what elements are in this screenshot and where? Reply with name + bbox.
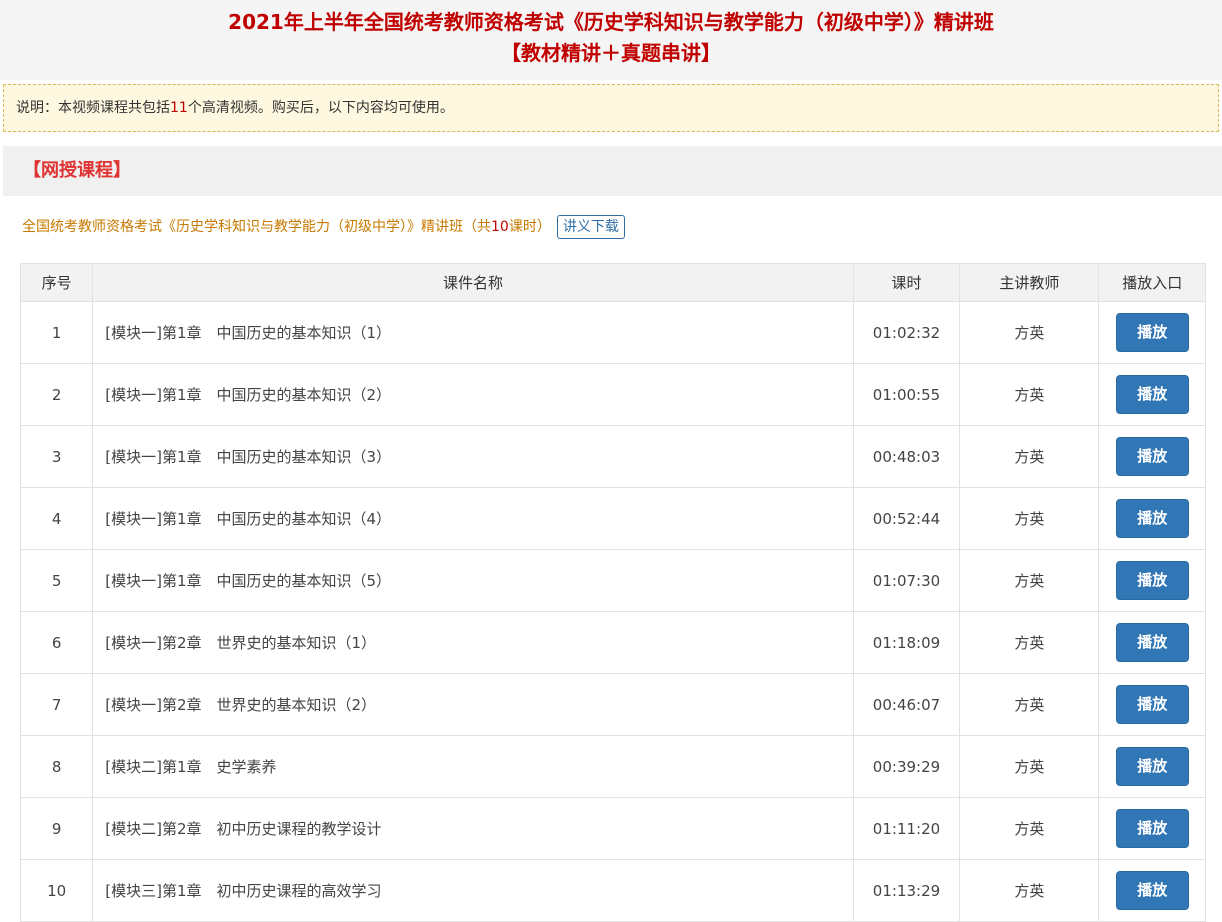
play-button[interactable]: 播放 bbox=[1115, 499, 1189, 538]
table-row: 1 [模块一]第1章 中国历史的基本知识（1） 01:02:32 方英 播放 bbox=[19, 301, 1206, 364]
table-row: 3 [模块一]第1章 中国历史的基本知识（3） 00:48:03 方英 播放 bbox=[19, 425, 1206, 488]
lesson-teacher: 方英 bbox=[959, 673, 1100, 736]
lesson-number: 9 bbox=[19, 797, 94, 860]
lesson-number: 6 bbox=[19, 611, 94, 674]
table-row: 10 [模块三]第1章 初中历史课程的高效学习 01:13:29 方英 播放 bbox=[19, 859, 1206, 922]
lesson-number: 5 bbox=[19, 549, 94, 612]
lesson-duration: 01:11:20 bbox=[852, 797, 961, 860]
lesson-name: [模块一]第1章 中国历史的基本知识（4） bbox=[92, 487, 854, 550]
table-row: 5 [模块一]第1章 中国历史的基本知识（5） 01:07:30 方英 播放 bbox=[19, 549, 1206, 612]
page-title: 2021年上半年全国统考教师资格考试《历史学科知识与教学能力（初级中学）》精讲班 bbox=[228, 10, 994, 34]
table-row: 7 [模块一]第2章 世界史的基本知识（2） 00:46:07 方英 播放 bbox=[19, 673, 1206, 736]
section-header: 【网授课程】 bbox=[3, 146, 1222, 196]
lesson-teacher: 方英 bbox=[959, 611, 1100, 674]
table-row: 9 [模块二]第2章 初中历史课程的教学设计 01:11:20 方英 播放 bbox=[19, 797, 1206, 860]
lesson-duration: 01:00:55 bbox=[852, 363, 961, 426]
lesson-name: [模块一]第1章 中国历史的基本知识（5） bbox=[92, 549, 854, 612]
lesson-duration: 00:48:03 bbox=[852, 425, 961, 488]
lesson-number: 3 bbox=[19, 425, 94, 488]
lesson-duration: 01:02:32 bbox=[852, 301, 961, 364]
header-teacher: 主讲教师 bbox=[959, 263, 1100, 302]
lesson-name: [模块一]第2章 世界史的基本知识（2） bbox=[92, 673, 854, 736]
course-hours-count: 10 bbox=[491, 219, 509, 235]
play-button[interactable]: 播放 bbox=[1115, 437, 1189, 476]
table-row: 4 [模块一]第1章 中国历史的基本知识（4） 00:52:44 方英 播放 bbox=[19, 487, 1206, 550]
page-header: 2021年上半年全国统考教师资格考试《历史学科知识与教学能力（初级中学）》精讲班… bbox=[0, 0, 1222, 80]
play-cell: 播放 bbox=[1098, 363, 1206, 426]
lesson-teacher: 方英 bbox=[959, 549, 1100, 612]
play-button[interactable]: 播放 bbox=[1115, 685, 1189, 724]
lesson-teacher: 方英 bbox=[959, 735, 1100, 798]
table-row: 8 [模块二]第1章 史学素养 00:39:29 方英 播放 bbox=[19, 735, 1206, 798]
lesson-duration: 01:18:09 bbox=[852, 611, 961, 674]
play-cell: 播放 bbox=[1098, 797, 1206, 860]
play-button[interactable]: 播放 bbox=[1115, 623, 1189, 662]
play-button[interactable]: 播放 bbox=[1115, 375, 1189, 414]
header-number: 序号 bbox=[19, 263, 94, 302]
header-play: 播放入口 bbox=[1098, 263, 1206, 302]
lesson-name: [模块一]第1章 中国历史的基本知识（3） bbox=[92, 425, 854, 488]
course-hours-prefix: （共 bbox=[463, 219, 491, 235]
lesson-teacher: 方英 bbox=[959, 797, 1100, 860]
lesson-teacher: 方英 bbox=[959, 487, 1100, 550]
course-notice: 说明：本视频课程共包括11个高清视频。购买后，以下内容均可使用。 bbox=[3, 84, 1219, 132]
play-button[interactable]: 播放 bbox=[1115, 871, 1189, 910]
video-count: 11 bbox=[170, 100, 188, 116]
notice-suffix: 个高清视频。购买后，以下内容均可使用。 bbox=[187, 100, 454, 116]
lesson-number: 10 bbox=[19, 859, 94, 922]
header-duration: 课时 bbox=[852, 263, 961, 302]
page-subtitle: 【教材精讲＋真题串讲】 bbox=[501, 41, 721, 65]
play-cell: 播放 bbox=[1098, 735, 1206, 798]
lesson-rows: 1 [模块一]第1章 中国历史的基本知识（1） 01:02:32 方英 播放 2 [模块一]… bbox=[19, 301, 1206, 922]
course-name: 全国统考教师资格考试《历史学科知识与教学能力（初级中学）》精讲班 bbox=[22, 219, 463, 235]
lesson-teacher: 方英 bbox=[959, 363, 1100, 426]
notice-prefix: 说明：本视频课程共包括 bbox=[16, 100, 170, 116]
handout-download-button[interactable]: 讲义下载 bbox=[556, 215, 625, 239]
lesson-duration: 00:46:07 bbox=[852, 673, 961, 736]
lesson-number: 2 bbox=[19, 363, 94, 426]
lesson-teacher: 方英 bbox=[959, 859, 1100, 922]
table-row: 6 [模块一]第2章 世界史的基本知识（1） 01:18:09 方英 播放 bbox=[19, 611, 1206, 674]
play-cell: 播放 bbox=[1098, 611, 1206, 674]
table-header-row: 序号 课件名称 课时 主讲教师 播放入口 bbox=[19, 263, 1206, 302]
lesson-number: 8 bbox=[19, 735, 94, 798]
play-button[interactable]: 播放 bbox=[1115, 809, 1189, 848]
lesson-name: [模块一]第1章 中国历史的基本知识（2） bbox=[92, 363, 854, 426]
play-cell: 播放 bbox=[1098, 859, 1206, 922]
lesson-name: [模块二]第2章 初中历史课程的教学设计 bbox=[92, 797, 854, 860]
lesson-duration: 00:39:29 bbox=[852, 735, 961, 798]
lesson-teacher: 方英 bbox=[959, 301, 1100, 364]
course-hours-suffix: 课时） bbox=[508, 219, 551, 235]
lesson-number: 4 bbox=[19, 487, 94, 550]
play-cell: 播放 bbox=[1098, 425, 1206, 488]
course-info: 全国统考教师资格考试《历史学科知识与教学能力（初级中学）》精讲班（共10课时） 讲… bbox=[22, 214, 625, 240]
play-cell: 播放 bbox=[1098, 549, 1206, 612]
play-button[interactable]: 播放 bbox=[1115, 561, 1189, 600]
lesson-number: 1 bbox=[19, 301, 94, 364]
lesson-teacher: 方英 bbox=[959, 425, 1100, 488]
section-title: 【网授课程】 bbox=[23, 160, 131, 181]
lesson-duration: 01:13:29 bbox=[852, 859, 961, 922]
lesson-name: [模块三]第1章 初中历史课程的高效学习 bbox=[92, 859, 854, 922]
play-cell: 播放 bbox=[1098, 673, 1206, 736]
lesson-duration: 01:07:30 bbox=[852, 549, 961, 612]
play-button[interactable]: 播放 bbox=[1115, 747, 1189, 786]
lesson-name: [模块一]第1章 中国历史的基本知识（1） bbox=[92, 301, 854, 364]
lesson-table: 序号 课件名称 课时 主讲教师 播放入口 1 [模块一]第1章 中国历史的基本知识… bbox=[19, 263, 1206, 922]
header-lesson-name: 课件名称 bbox=[92, 263, 854, 302]
table-row: 2 [模块一]第1章 中国历史的基本知识（2） 01:00:55 方英 播放 bbox=[19, 363, 1206, 426]
lesson-number: 7 bbox=[19, 673, 94, 736]
play-cell: 播放 bbox=[1098, 487, 1206, 550]
play-cell: 播放 bbox=[1098, 301, 1206, 364]
lesson-name: [模块一]第2章 世界史的基本知识（1） bbox=[92, 611, 854, 674]
lesson-duration: 00:52:44 bbox=[852, 487, 961, 550]
lesson-name: [模块二]第1章 史学素养 bbox=[92, 735, 854, 798]
play-button[interactable]: 播放 bbox=[1115, 313, 1189, 352]
